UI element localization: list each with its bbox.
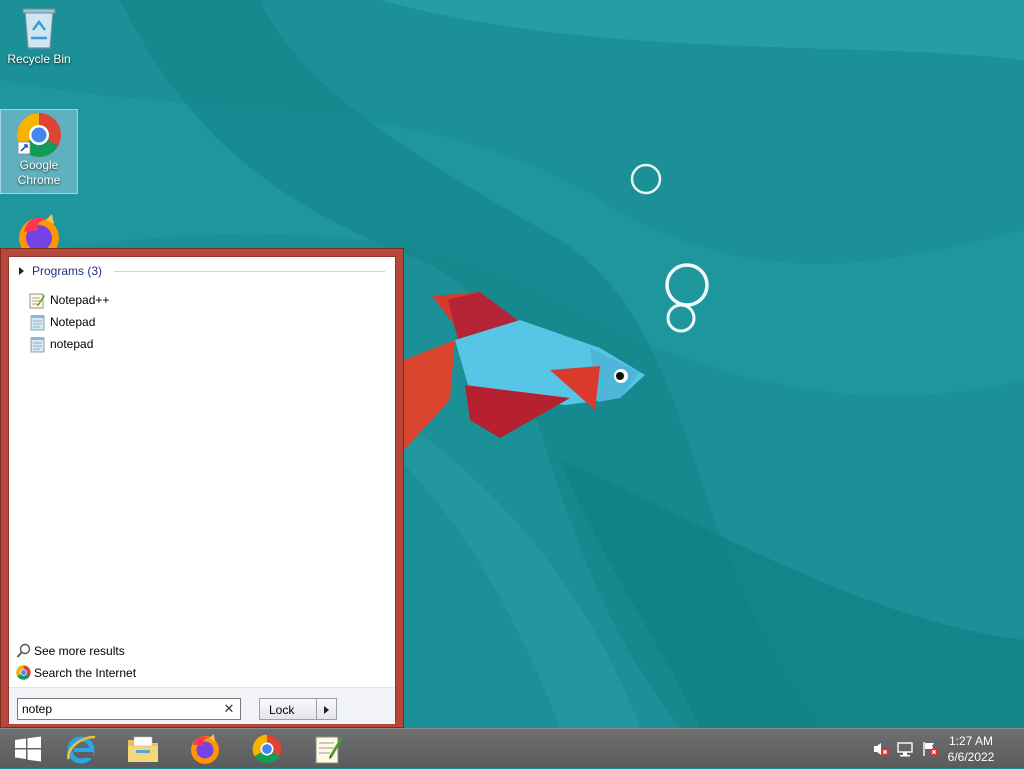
search-icon [16, 643, 31, 658]
taskbar-notepad-plus-plus[interactable] [301, 729, 357, 769]
desktop-icon-recycle-bin[interactable]: Recycle Bin [1, 4, 77, 74]
expand-arrow-icon [19, 267, 24, 275]
taskbar-file-explorer[interactable] [115, 729, 171, 769]
start-search-bar: ✕ Lock [9, 687, 395, 724]
notepad-icon [30, 337, 45, 353]
group-label: Programs (3) [32, 264, 103, 278]
start-icon [15, 736, 41, 762]
notepad-plus-plus-icon [29, 293, 45, 309]
clear-search-icon[interactable]: ✕ [222, 701, 236, 717]
result-label: Notepad++ [50, 293, 110, 307]
lock-button[interactable]: Lock [259, 698, 317, 720]
result-item-notepad-lower[interactable]: notepad [29, 334, 369, 354]
group-divider [114, 271, 385, 272]
search-internet-link[interactable]: Search the Internet [16, 663, 316, 683]
network-icon[interactable] [897, 741, 915, 757]
search-internet-label: Search the Internet [34, 666, 137, 680]
internet-explorer-icon [67, 735, 96, 764]
taskbar-firefox[interactable] [177, 729, 233, 769]
clock-date: 6/6/2022 [947, 750, 995, 764]
taskbar: 1:27 AM 6/6/2022 [0, 728, 1024, 768]
result-item-notepad-plus-plus[interactable]: Notepad++ [29, 290, 369, 310]
taskbar-internet-explorer[interactable] [53, 729, 109, 769]
file-explorer-icon [128, 736, 158, 762]
chrome-icon [16, 665, 31, 680]
firefox-icon [19, 214, 59, 248]
result-item-notepad[interactable]: Notepad [29, 312, 369, 332]
notepad-icon [30, 315, 45, 331]
clock-time: 1:27 AM [948, 734, 994, 748]
desktop-icon-firefox[interactable] [1, 212, 77, 248]
desktop-icon-label: Recycle Bin [7, 52, 71, 66]
result-label: notepad [50, 337, 94, 351]
chrome-icon [17, 113, 61, 157]
result-label: Notepad [50, 315, 96, 329]
firefox-icon [191, 734, 219, 764]
taskbar-chrome[interactable] [239, 729, 295, 769]
notepad-plus-plus-icon [315, 736, 343, 764]
volume-muted-icon[interactable] [872, 741, 890, 757]
start-menu-panel: Programs (3) Notepad++ Notepad notepad S… [8, 256, 396, 724]
chevron-right-icon [324, 706, 329, 714]
results-group-programs[interactable]: Programs (3) [19, 264, 385, 280]
see-more-results-label: See more results [34, 644, 125, 658]
search-input[interactable] [22, 701, 218, 717]
start-menu: Programs (3) Notepad++ Notepad notepad S… [0, 248, 404, 728]
recycle-bin-icon [22, 8, 56, 49]
lock-button-label: Lock [269, 703, 295, 717]
desktop-icon-google-chrome[interactable]: Google Chrome [0, 109, 78, 194]
power-options-arrow-button[interactable] [317, 698, 337, 720]
start-button[interactable] [0, 729, 56, 769]
taskbar-clock[interactable]: 1:27 AM 6/6/2022 [936, 733, 1006, 765]
chrome-icon [252, 734, 282, 764]
see-more-results-link[interactable]: See more results [16, 641, 316, 661]
search-box[interactable]: ✕ [17, 698, 241, 720]
desktop-icon-label: Google Chrome [17, 158, 61, 187]
